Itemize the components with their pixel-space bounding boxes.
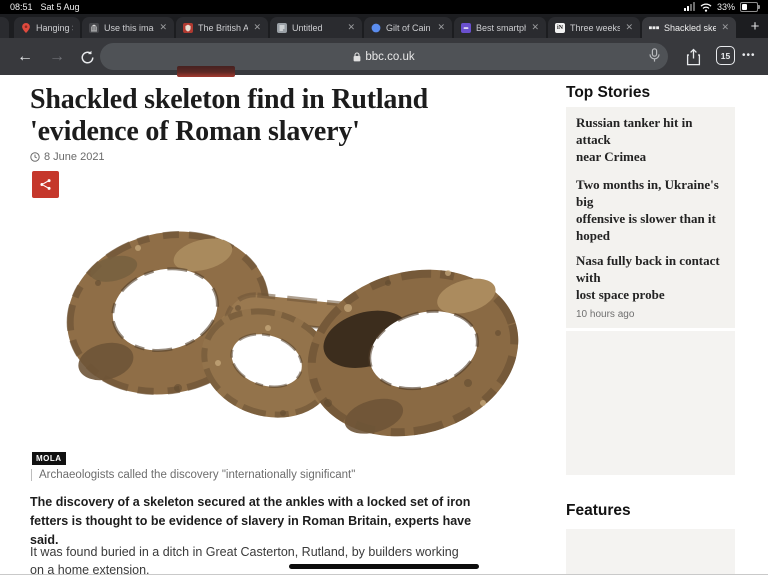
tab-gilt-of-cain[interactable]: Gilt of Cain - Si ✕	[364, 17, 452, 38]
features-heading: Features	[566, 502, 631, 520]
battery-percent: 33%	[717, 2, 735, 12]
features-placeholder	[566, 529, 735, 575]
window-bottom-edge	[0, 574, 768, 575]
image-caption: Archaeologists called the discovery "int…	[31, 469, 459, 481]
cellular-signal-icon	[684, 3, 695, 11]
url-text: bbc.co.uk	[365, 51, 414, 63]
tab-switcher-button[interactable]: 15	[716, 46, 735, 65]
purple-app-icon	[461, 23, 471, 33]
new-tab-button[interactable]: +	[746, 17, 764, 35]
status-bar: 08:51 Sat 5 Aug 33%	[0, 0, 768, 14]
map-pin-icon	[21, 23, 31, 33]
share-article-button[interactable]	[32, 171, 59, 198]
tab-strip: Hanging Sig Use this image ✕ The British…	[0, 14, 768, 38]
image-source-badge: MOLA	[32, 452, 66, 465]
share-page-icon[interactable]	[682, 46, 704, 68]
article-date: 8 June 2021	[44, 151, 105, 163]
tab-label: Best smartpho	[476, 23, 526, 33]
document-icon	[277, 23, 287, 33]
microphone-icon[interactable]	[649, 48, 660, 66]
tab-count: 15	[721, 51, 730, 61]
bbc-blocks-icon	[649, 23, 659, 33]
clock-icon	[30, 152, 40, 162]
story-timestamp: 10 hours ago	[576, 309, 725, 320]
crest-icon	[183, 23, 193, 33]
close-icon[interactable]: ✕	[437, 22, 445, 33]
tab-label: The British Abo	[198, 23, 248, 33]
tab-the-british[interactable]: The British Abo ✕	[176, 17, 268, 38]
tab-label: Three weeks o	[570, 23, 620, 33]
newspaper-icon-text: iN	[557, 25, 563, 31]
site-dot-icon	[371, 23, 381, 33]
wifi-icon	[700, 3, 712, 12]
tab-label: Shackled skele	[664, 23, 716, 33]
tab-three-weeks[interactable]: iN Three weeks o ✕	[548, 17, 640, 38]
lock-icon	[353, 52, 361, 62]
forward-button[interactable]: →	[46, 46, 68, 68]
home-indicator[interactable]	[289, 564, 479, 569]
tab-hanging-sign[interactable]: Hanging Sig	[14, 17, 80, 38]
body-paragraph: It was found buried in a ditch in Great …	[30, 543, 490, 576]
status-date: Sat 5 Aug	[41, 2, 80, 12]
article-image-shackles	[28, 213, 523, 453]
back-button[interactable]: ←	[14, 46, 36, 68]
partial-tab[interactable]	[0, 17, 9, 38]
tab-label: Untitled	[292, 23, 342, 33]
lead-paragraph: The discovery of a skeleton secured at t…	[30, 493, 490, 549]
close-icon[interactable]: ✕	[721, 22, 729, 33]
share-icon	[39, 178, 52, 191]
tab-best-smartphone[interactable]: Best smartpho ✕	[454, 17, 546, 38]
top-stories-heading: Top Stories	[566, 84, 650, 102]
story-title: Russian tanker hit in attack near Crimea	[576, 115, 725, 166]
newspaper-icon: iN	[555, 23, 565, 33]
article-dateline: 8 June 2021	[30, 151, 105, 163]
tab-label: Hanging Sig	[36, 23, 73, 33]
close-icon[interactable]: ✕	[347, 22, 355, 33]
tab-use-this-image[interactable]: Use this image ✕	[82, 17, 174, 38]
close-icon[interactable]: ✕	[531, 22, 539, 33]
status-time: 08:51	[10, 2, 33, 12]
tab-shackled-skeleton-active[interactable]: Shackled skele ✕	[642, 17, 736, 38]
close-icon[interactable]: ✕	[159, 22, 167, 33]
overflow-menu-icon[interactable]: •••	[742, 50, 756, 61]
close-icon[interactable]: ✕	[253, 22, 261, 33]
reload-button[interactable]	[76, 46, 98, 68]
story-title: Nasa fully back in contact with lost spa…	[576, 253, 725, 304]
ad-placeholder	[566, 331, 735, 475]
browser-toolbar: ← → bbc.co.uk 15 •••	[0, 38, 768, 75]
browser-window: 08:51 Sat 5 Aug 33% Hanging Sig	[0, 0, 768, 576]
story-title: Two months in, Ukraine's big offensive i…	[576, 177, 725, 245]
page-title: Shackled skeleton find in Rutland 'evide…	[30, 84, 510, 149]
tab-untitled[interactable]: Untitled ✕	[270, 17, 362, 38]
tab-label: Gilt of Cain - Si	[386, 23, 432, 33]
tab-label: Use this image	[104, 23, 154, 33]
museum-icon	[89, 23, 99, 33]
battery-icon	[740, 2, 758, 12]
page-masthead-fragment	[177, 66, 235, 77]
close-icon[interactable]: ✕	[625, 22, 633, 33]
story-card-nasa-probe[interactable]: Nasa fully back in contact with lost spa…	[566, 245, 735, 328]
